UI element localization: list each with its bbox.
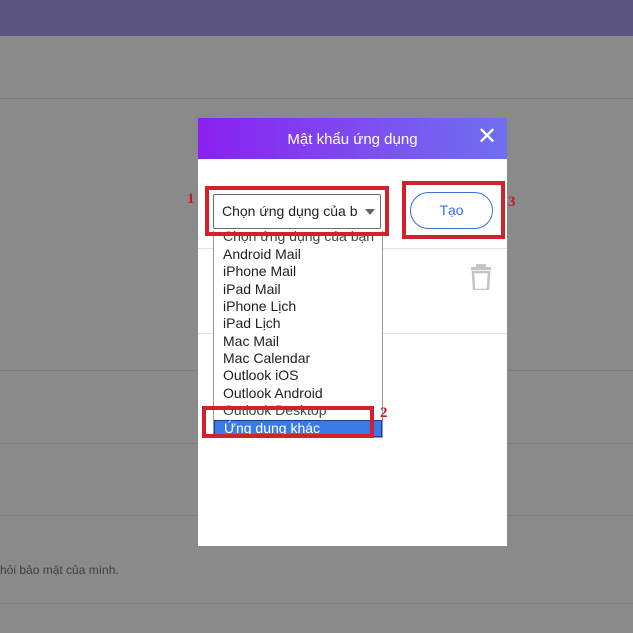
annotation-box-2 — [202, 406, 374, 438]
dropdown-option[interactable]: Outlook Android — [223, 385, 323, 402]
close-icon[interactable]: ✕ — [476, 125, 498, 149]
dropdown-option[interactable]: Mac Calendar — [223, 350, 310, 367]
dropdown-option[interactable]: iPad Lịch — [223, 315, 281, 332]
annotation-box-3 — [402, 181, 505, 239]
page-divider — [0, 603, 633, 604]
dropdown-option[interactable]: Android Mail — [223, 246, 301, 263]
dropdown-option[interactable]: iPad Mail — [223, 281, 281, 298]
annotation-number-2: 2 — [380, 405, 388, 421]
page-divider — [0, 98, 633, 99]
dropdown-option[interactable]: Mac Mail — [223, 333, 279, 350]
dropdown-option[interactable]: iPhone Mail — [223, 263, 296, 280]
dropdown-option[interactable]: iPhone Lịch — [223, 298, 296, 315]
page-header-bar — [0, 0, 633, 36]
annotation-number-3: 3 — [508, 194, 516, 210]
trash-icon[interactable] — [470, 264, 492, 290]
page-hint-text: hỏi bảo mật của mình. — [0, 563, 119, 577]
annotation-number-1: 1 — [187, 191, 195, 207]
annotation-box-1 — [205, 186, 389, 236]
dialog-title: Mật khẩu ứng dụng — [287, 131, 418, 148]
dropdown-option[interactable]: Outlook iOS — [223, 367, 298, 384]
